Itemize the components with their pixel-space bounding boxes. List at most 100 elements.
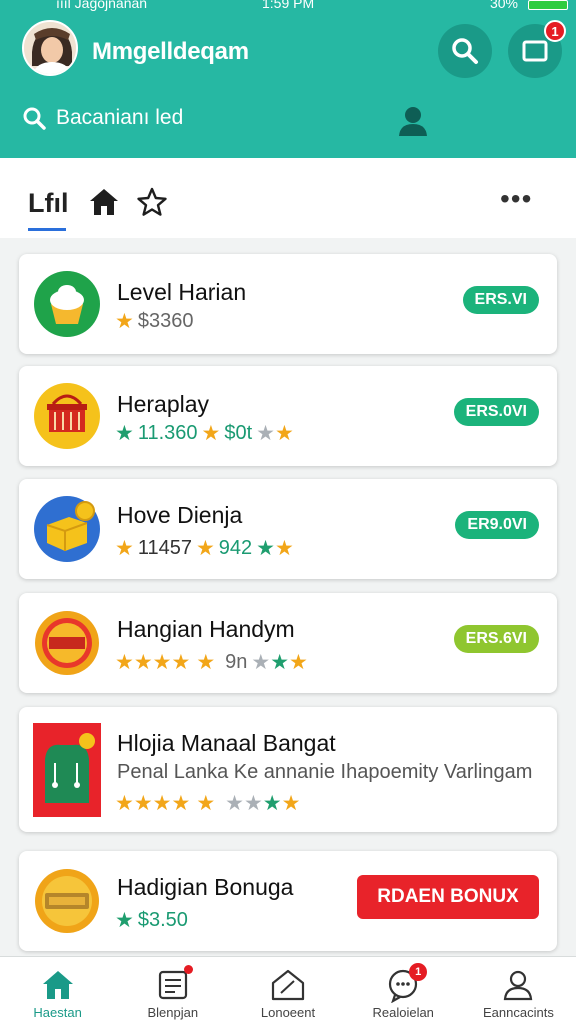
status-badge[interactable]: ERS.6VI bbox=[453, 625, 539, 653]
item-title: Hlojia Manaal Bangat bbox=[117, 730, 336, 756]
chat-icon: 1 bbox=[385, 963, 428, 1004]
nav-label: Blenpjan bbox=[147, 1005, 199, 1020]
gift-bag-icon bbox=[33, 723, 101, 817]
star-icon: ★ bbox=[115, 310, 134, 333]
basket-icon bbox=[34, 383, 100, 449]
chart-icon bbox=[271, 969, 305, 1001]
search-icon bbox=[23, 107, 46, 130]
star-icon: ★ bbox=[195, 537, 215, 560]
home-icon bbox=[42, 971, 73, 999]
search-placeholder: Bacanianı led bbox=[56, 106, 184, 129]
more-options-icon[interactable]: ••• bbox=[500, 185, 532, 213]
star-icon: ★ bbox=[133, 792, 153, 815]
profile-icon[interactable] bbox=[396, 104, 430, 138]
search-icon bbox=[452, 38, 478, 64]
item-title: Hangian Handym bbox=[117, 616, 295, 642]
nav-item-list[interactable]: Blenpjan bbox=[115, 957, 230, 1024]
item-title: Level Harian bbox=[117, 279, 247, 305]
star-icon: ★ bbox=[289, 651, 308, 674]
home-icon[interactable] bbox=[88, 186, 120, 218]
star-icon: ★ bbox=[115, 792, 134, 815]
rating-value: $3360 bbox=[137, 310, 194, 332]
active-tab-indicator bbox=[28, 228, 66, 231]
list-item[interactable]: Hove Dienja ★ 11457 ★ 942 ★ ★ ER9.0VI bbox=[19, 479, 557, 579]
battery-icon bbox=[528, 0, 568, 10]
star-icon: ★ bbox=[171, 792, 191, 815]
star-icon: ★ bbox=[256, 422, 275, 445]
star-icon: ★ bbox=[270, 651, 290, 674]
star-icon: ★ bbox=[251, 651, 271, 674]
status-carrier: ıııl Jagojnanan bbox=[56, 0, 148, 11]
list-icon bbox=[155, 965, 193, 1003]
nav-item-profile[interactable]: Eanncacints bbox=[461, 957, 576, 1024]
star-icon: ★ bbox=[225, 792, 244, 815]
item-rating: ★ 11457 ★ 942 ★ ★ bbox=[115, 537, 294, 560]
nav-label: Lonoeent bbox=[260, 1005, 316, 1020]
app-title: Mmgelldeqam bbox=[92, 38, 249, 65]
star-icon: ★ bbox=[256, 537, 275, 560]
star-icon: ★ bbox=[201, 422, 221, 445]
gold-coin-icon bbox=[35, 611, 99, 675]
star-icon: ★ bbox=[115, 422, 134, 445]
star-icon: ★ bbox=[115, 651, 134, 674]
status-badge[interactable]: ER9.0VI bbox=[455, 511, 539, 539]
list-item[interactable]: Heraplay ★ 11.360 ★ $0t ★ ★ ERS.0VI bbox=[19, 366, 557, 466]
rating-value: 11.360 bbox=[137, 422, 198, 444]
nav-label: Haestan bbox=[33, 1005, 82, 1020]
status-battery-text: 30% bbox=[489, 0, 518, 11]
profile-icon bbox=[504, 970, 533, 1001]
star-icon: ★ bbox=[196, 792, 216, 815]
star-icon: ★ bbox=[133, 651, 153, 674]
list-item[interactable]: Hangian Handym ★ ★ ★ ★ ★ 9n ★ ★ ★ ERS.6V… bbox=[19, 593, 557, 693]
rating-value-2: 942 bbox=[218, 537, 253, 559]
treasure-box-icon bbox=[34, 496, 100, 562]
search-button[interactable] bbox=[438, 24, 492, 78]
status-badge[interactable]: ERS.0VI bbox=[453, 398, 539, 426]
gold-coin-icon bbox=[35, 869, 99, 933]
item-title: Hove Dienja bbox=[117, 502, 243, 528]
star-icon: ★ bbox=[262, 792, 282, 815]
status-badge[interactable]: ERS.VI bbox=[462, 286, 539, 314]
star-icon: ★ bbox=[196, 651, 216, 674]
nav-dot bbox=[183, 965, 193, 974]
item-title: Heraplay bbox=[117, 391, 210, 417]
nav-label: Realoielan bbox=[372, 1005, 434, 1020]
star-icon[interactable] bbox=[136, 186, 168, 218]
nav-item-chat[interactable]: 1 Realoielan bbox=[346, 957, 461, 1024]
list-item[interactable]: Hadigian Bonuga ★ $3.50 RDAEN BONUX bbox=[19, 851, 557, 951]
item-rating: ★ ★ ★ ★ ★ ★ ★ ★ ★ bbox=[115, 793, 300, 814]
star-icon: ★ bbox=[275, 537, 294, 560]
item-rating: ★ ★ ★ ★ ★ 9n ★ ★ ★ bbox=[115, 651, 308, 674]
tab-bar: Lfıl ••• bbox=[0, 158, 576, 238]
star-icon: ★ bbox=[152, 792, 172, 815]
search-bar[interactable]: Bacanianı led bbox=[22, 106, 183, 130]
star-icon: ★ bbox=[243, 792, 263, 815]
item-title: Hadigian Bonuga bbox=[117, 874, 294, 900]
item-rating: ★ $3360 bbox=[115, 310, 197, 333]
nav-item-home[interactable]: Haestan bbox=[0, 957, 115, 1024]
status-bar: ıııl Jagojnanan 1:59 PM 30% bbox=[0, 0, 576, 14]
rating-value-2: $0t bbox=[224, 422, 253, 444]
status-time: 1:59 PM bbox=[262, 0, 315, 11]
item-rating: ★ 11.360 ★ $0t ★ ★ bbox=[115, 422, 294, 445]
notifications-button[interactable]: 1 bbox=[508, 20, 566, 78]
app-header: ıııl Jagojnanan 1:59 PM 30% Mmgelldeqam … bbox=[0, 0, 576, 158]
star-icon: ★ bbox=[171, 651, 191, 674]
star-icon: ★ bbox=[274, 422, 294, 445]
nav-item-chart[interactable]: Lonoeent bbox=[230, 957, 345, 1024]
redeem-bonus-button[interactable]: RDAEN BONUX bbox=[357, 875, 539, 919]
nav-badge: 1 bbox=[409, 963, 428, 981]
rating-value: 9n bbox=[225, 651, 248, 673]
rating-value: $3.50 bbox=[137, 909, 188, 931]
list-item[interactable]: Hlojia Manaal Bangat Penal Lanka Ke anna… bbox=[19, 707, 557, 832]
avatar[interactable] bbox=[22, 20, 78, 76]
list-item[interactable]: Level Harian ★ $3360 ERS.VI bbox=[19, 254, 557, 354]
bottom-navigation: Haestan Blenpjan Lonoeent 1 Realoielan E… bbox=[0, 956, 576, 1024]
cupcake-icon bbox=[34, 271, 100, 337]
rating-value: 11457 bbox=[137, 537, 192, 559]
tab-first[interactable]: Lfıl bbox=[28, 188, 69, 219]
nav-label: Eanncacints bbox=[483, 1005, 554, 1020]
star-icon: ★ bbox=[152, 651, 172, 674]
inbox-icon bbox=[522, 40, 548, 62]
star-icon: ★ bbox=[115, 909, 134, 932]
